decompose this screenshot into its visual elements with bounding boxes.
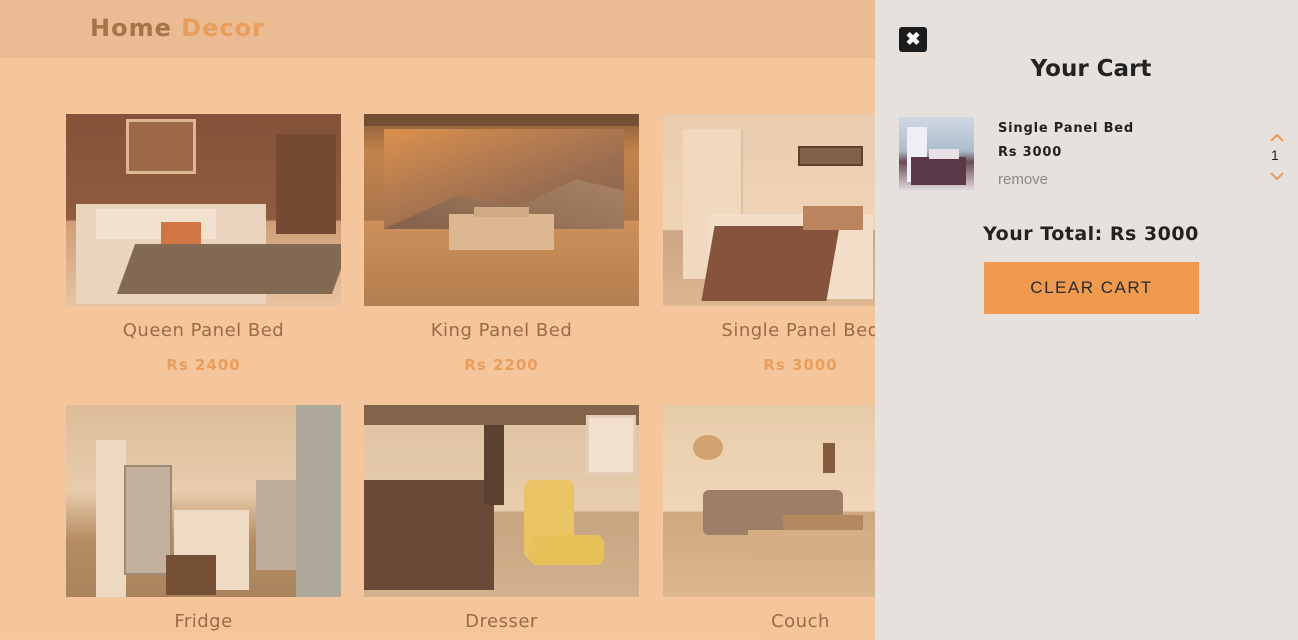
cart-item-name: Single Panel Bed (998, 121, 1135, 136)
product-title: King Panel Bed (430, 320, 573, 341)
product-image[interactable] (364, 114, 639, 306)
clear-cart-button[interactable]: CLEAR CART (984, 262, 1199, 314)
cart-item-remove-link[interactable]: remove (998, 171, 1048, 188)
product-title: Dresser (465, 611, 538, 632)
product-price: Rs 2200 (464, 356, 539, 374)
cart-total: Your Total: Rs 3000 (983, 223, 1199, 245)
logo[interactable]: Home Decor (90, 14, 265, 42)
logo-word-home: Home (90, 14, 172, 42)
close-icon[interactable]: ✖ (899, 27, 927, 52)
product-title: Queen Panel Bed (122, 320, 285, 341)
chevron-up-icon[interactable] (1270, 130, 1284, 142)
product-image[interactable] (66, 405, 341, 597)
product-card[interactable]: Queen Panel Bed Rs 2400 (66, 114, 341, 374)
product-image[interactable] (66, 114, 341, 306)
product-price: Rs 2400 (166, 356, 241, 374)
product-image[interactable] (364, 405, 639, 597)
product-card[interactable]: Fridge (66, 405, 341, 632)
chevron-down-icon[interactable] (1270, 168, 1284, 181)
cart-panel: ✖ Your Cart Single Panel Bed Rs 3000 rem… (875, 0, 1298, 640)
cart-item-image (899, 117, 974, 192)
logo-word-decor: Decor (181, 14, 265, 42)
product-title: Fridge (174, 611, 233, 632)
product-card[interactable]: King Panel Bed Rs 2200 (364, 114, 639, 374)
cart-title: Your Cart (1030, 56, 1152, 82)
product-card[interactable]: Dresser (364, 405, 639, 632)
cart-item-price: Rs 3000 (998, 145, 1063, 160)
cart-item-quantity: 1 (1271, 147, 1279, 163)
